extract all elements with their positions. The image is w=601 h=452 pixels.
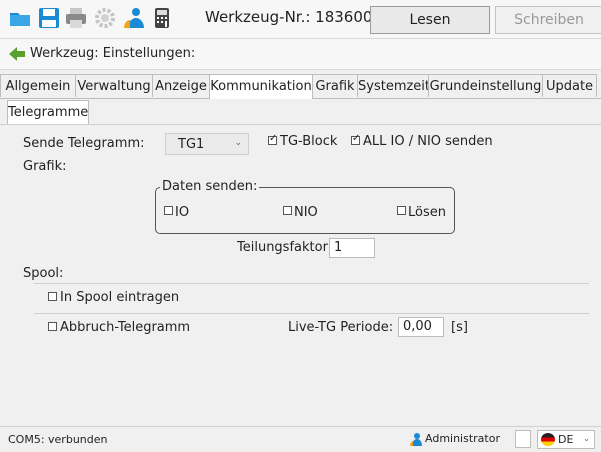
administrator-icon: [410, 433, 422, 446]
teilungsfaktor-label: Teilungsfaktor:: [237, 240, 333, 255]
nio-label: NIO: [294, 205, 318, 220]
tab-bar: Allgemein Verwaltung Anzeige Kommunikati…: [0, 74, 601, 99]
tab-allgemein[interactable]: Allgemein: [0, 74, 76, 97]
language-value: DE: [558, 433, 574, 446]
tab-anzeige[interactable]: Anzeige: [152, 74, 210, 97]
nio-checkbox[interactable]: [283, 206, 292, 215]
abbruch-label: Abbruch-Telegramm: [60, 320, 191, 335]
user-name: Administrator: [425, 432, 500, 445]
content-panel: [0, 124, 601, 425]
spool-divider-2: [34, 313, 589, 314]
chevron-down-icon: ⌄: [234, 138, 242, 148]
teilungsfaktor-input[interactable]: 1: [329, 238, 375, 258]
live-tg-label: Live-TG Periode:: [288, 320, 394, 335]
spool-divider: [34, 283, 589, 284]
grafik-label: Grafik:: [23, 159, 67, 174]
chevron-down-icon: ⌄: [583, 434, 590, 443]
tab-grundeinstellung[interactable]: Grundeinstellung: [428, 74, 543, 97]
breadcrumb-label: Werkzeug: Einstellungen:: [30, 46, 196, 61]
settings-icon[interactable]: [93, 6, 117, 30]
german-flag-icon: [541, 433, 555, 446]
toolbar: Werkzeug-Nr.: 18360035 Lesen Schreiben: [0, 0, 601, 39]
send-telegram-label: Sende Telegramm:: [23, 136, 145, 151]
user-icon[interactable]: [122, 6, 146, 30]
read-button[interactable]: Lesen: [370, 6, 490, 34]
print-icon[interactable]: [64, 6, 88, 30]
tab-systemzeit[interactable]: Systemzeit: [357, 74, 430, 97]
send-data-legend: Daten senden:: [160, 179, 260, 194]
folder-icon[interactable]: [8, 6, 32, 30]
send-telegram-value: TG1: [178, 137, 205, 152]
calculator-icon[interactable]: [150, 6, 174, 30]
back-arrow-icon[interactable]: [8, 46, 26, 62]
loesen-checkbox[interactable]: [397, 206, 406, 215]
tg-block-checkbox[interactable]: [268, 133, 277, 145]
tg-block-label: TG-Block: [280, 134, 338, 149]
loesen-label: Lösen: [408, 205, 446, 220]
spool-label: Spool:: [23, 266, 64, 281]
tool-number-title: Werkzeug-Nr.: 18360035: [205, 8, 392, 26]
tab-update[interactable]: Update: [542, 74, 597, 97]
save-icon[interactable]: [37, 6, 61, 30]
spool-eintragen-label: In Spool eintragen: [60, 290, 180, 305]
spool-eintragen-checkbox[interactable]: [48, 292, 57, 301]
connection-status: COM5: verbunden: [8, 433, 108, 446]
subtab-telegramme[interactable]: Telegramme: [7, 100, 89, 124]
send-telegram-select[interactable]: TG1 ⌄: [165, 133, 249, 155]
io-checkbox[interactable]: [164, 206, 173, 215]
live-tg-unit: [s]: [451, 320, 468, 335]
abbruch-checkbox[interactable]: [48, 322, 57, 331]
breadcrumb: Werkzeug: Einstellungen:: [0, 39, 601, 70]
document-icon[interactable]: [515, 430, 531, 448]
all-io-checkbox[interactable]: [351, 133, 360, 145]
live-tg-input[interactable]: 0,00: [398, 317, 444, 337]
tab-grafik[interactable]: Grafik: [312, 74, 358, 97]
tab-verwaltung[interactable]: Verwaltung: [75, 74, 153, 97]
io-label: IO: [175, 205, 190, 220]
status-bar: COM5: verbunden Administrator DE ⌄: [0, 426, 601, 452]
all-io-label: ALL IO / NIO senden: [363, 134, 493, 149]
write-button[interactable]: Schreiben: [495, 6, 601, 34]
tab-kommunikation[interactable]: Kommunikation: [209, 74, 313, 99]
language-select[interactable]: DE ⌄: [537, 430, 595, 449]
